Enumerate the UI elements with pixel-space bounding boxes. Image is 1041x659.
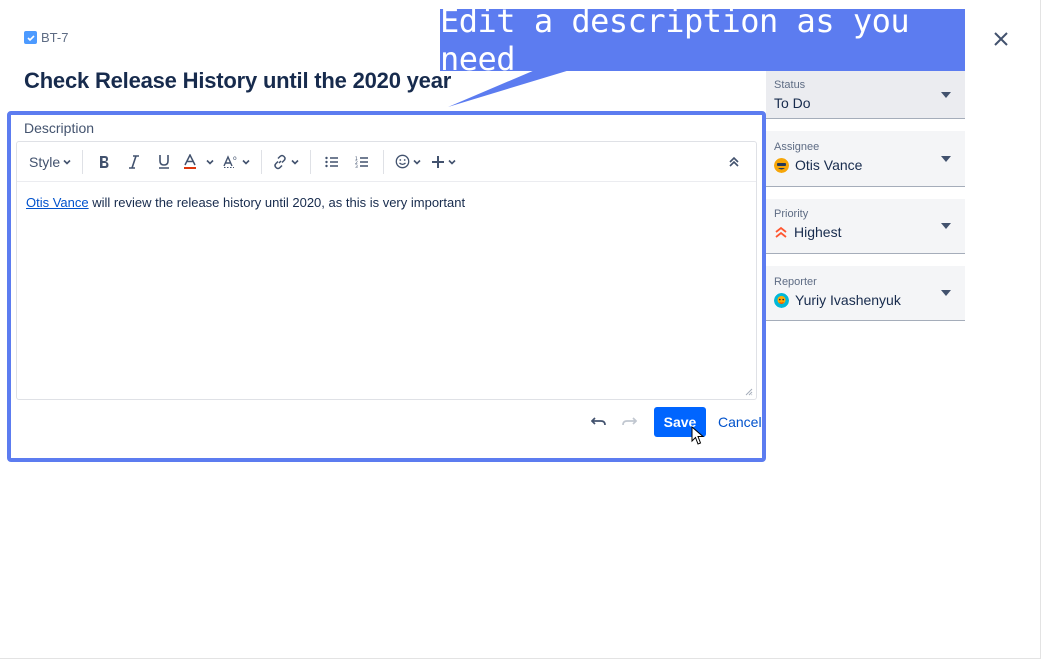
more-formatting-button[interactable]: o — [219, 148, 255, 176]
underline-icon — [159, 155, 170, 169]
dropdown-arrow-icon — [941, 290, 951, 296]
reporter-field[interactable]: Reporter Yuriy Ivashenyuk — [766, 266, 965, 321]
resize-handle-icon[interactable] — [745, 388, 753, 396]
toolbar-divider — [383, 149, 385, 174]
cancel-button[interactable]: Cancel — [718, 414, 762, 430]
chevron-down-icon — [63, 159, 71, 165]
text-color-icon — [184, 153, 197, 169]
emoji-icon — [395, 154, 409, 169]
editor-actions: Save Cancel — [586, 407, 762, 437]
close-button[interactable] — [988, 26, 1014, 52]
close-icon — [994, 32, 1008, 46]
chevron-down-icon — [291, 159, 299, 165]
issue-key[interactable]: BT-7 — [24, 30, 68, 45]
chevron-down-icon — [413, 159, 421, 165]
task-checkbox-icon — [24, 31, 37, 44]
link-icon — [274, 154, 286, 169]
numbered-list-button[interactable]: 123 — [347, 148, 377, 176]
toolbar-divider — [82, 149, 84, 174]
redo-button[interactable] — [616, 409, 642, 435]
user-mention-link[interactable]: Otis Vance — [26, 195, 89, 210]
reporter-value: Yuriy Ivashenyuk — [795, 292, 901, 308]
priority-highest-icon — [775, 226, 787, 238]
chevron-down-icon — [242, 159, 250, 165]
reporter-avatar — [774, 292, 789, 308]
assignee-label: Assignee — [774, 141, 820, 153]
undo-icon — [591, 417, 606, 426]
priority-field[interactable]: Priority Highest — [766, 199, 965, 254]
bold-button[interactable] — [89, 148, 119, 176]
status-field[interactable]: Status To Do — [766, 71, 965, 119]
emoji-button[interactable] — [390, 148, 426, 176]
undo-button[interactable] — [586, 409, 612, 435]
dropdown-arrow-icon — [941, 91, 951, 98]
numbered-list-icon: 123 — [355, 156, 369, 168]
dropdown-arrow-icon — [941, 155, 951, 162]
dropdown-arrow-icon — [941, 223, 951, 229]
toolbar-divider — [310, 149, 312, 174]
status-label: Status — [774, 79, 806, 91]
editor-toolbar: Style o 1 2 3 — [17, 142, 756, 182]
bullet-list-icon — [325, 156, 339, 167]
insert-button[interactable] — [426, 148, 462, 176]
text-style-label: Style — [29, 153, 61, 170]
description-label: Description — [24, 120, 95, 136]
italic-button[interactable] — [119, 148, 149, 176]
assignee-field[interactable]: Assignee Otis Vance — [766, 131, 965, 187]
assignee-value: Otis Vance — [795, 157, 863, 173]
description-text: will review the release history until 20… — [88, 195, 466, 210]
issue-key-label: BT-7 — [41, 30, 69, 45]
svg-text:o: o — [233, 155, 237, 162]
issue-modal: BT-7 Check Release History until the 202… — [0, 0, 1041, 659]
collapse-toolbar-button[interactable] — [724, 148, 744, 176]
italic-icon — [129, 154, 140, 169]
reporter-label: Reporter — [774, 276, 817, 288]
text-style-dropdown[interactable]: Style — [25, 148, 76, 176]
text-color-button[interactable] — [179, 148, 219, 176]
chevron-down-icon — [206, 159, 214, 165]
underline-button[interactable] — [149, 148, 179, 176]
redo-icon — [622, 417, 637, 426]
bold-icon — [100, 155, 109, 168]
tutorial-callout: Edit a description as you need — [440, 2, 965, 78]
priority-value: Highest — [794, 224, 842, 240]
svg-text:3: 3 — [355, 164, 358, 168]
description-editor[interactable]: Style o 1 2 3 Otis Vance will review the… — [16, 141, 757, 400]
editor-content[interactable]: Otis Vance will review the release histo… — [17, 182, 756, 224]
chevron-down-icon — [448, 159, 456, 165]
text-formatting-icon: o — [223, 155, 237, 168]
issue-title[interactable]: Check Release History until the 2020 yea… — [24, 68, 451, 94]
plus-icon — [432, 155, 445, 168]
bullet-list-button[interactable] — [317, 148, 347, 176]
assignee-avatar — [774, 157, 789, 173]
link-button[interactable] — [268, 148, 304, 176]
toolbar-divider — [261, 149, 263, 174]
status-value: To Do — [774, 95, 811, 111]
priority-label: Priority — [774, 208, 809, 220]
double-chevron-up-icon — [729, 156, 739, 167]
mouse-pointer-icon — [691, 426, 705, 445]
